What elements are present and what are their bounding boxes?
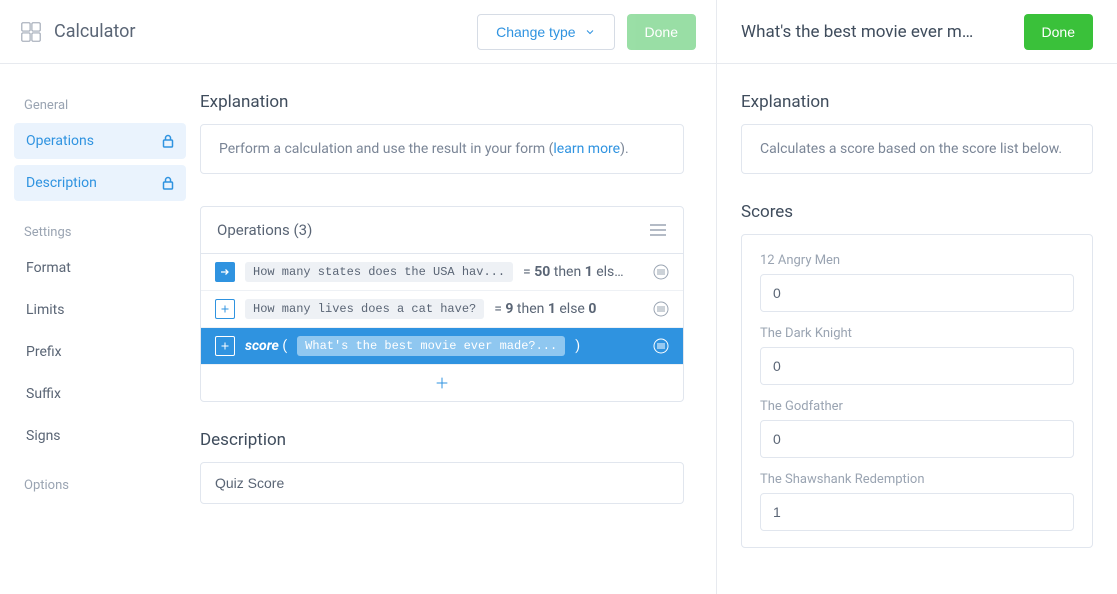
description-heading: Description (200, 430, 684, 450)
operation-expression: = 9 then 1 else 0 (494, 301, 596, 317)
operation-chip: How many states does the USA hav... (245, 262, 513, 282)
done-button-left[interactable]: Done (627, 14, 696, 50)
operations-card: Operations (3) How many states does the … (200, 206, 684, 402)
chevron-down-icon (584, 26, 596, 38)
sidebar: General Operations Description Settings Form… (0, 64, 200, 594)
change-type-button[interactable]: Change type (477, 14, 614, 50)
score-label: 12 Angry Men (760, 253, 1074, 268)
drag-handle-icon[interactable] (653, 264, 669, 280)
operation-row[interactable]: How many lives does a cat have? = 9 then … (201, 290, 683, 327)
plus-icon (215, 299, 235, 319)
operation-prefix: score ( (245, 338, 287, 354)
sidebar-item-label: Signs (26, 428, 61, 444)
sidebar-item-label: Prefix (26, 344, 62, 360)
page-title: Calculator (20, 21, 135, 43)
sidebar-item-limits[interactable]: Limits (14, 292, 186, 328)
operation-row[interactable]: score ( What's the best movie ever made?.… (201, 327, 683, 364)
sidebar-item-label: Description (26, 175, 97, 191)
lock-icon (162, 176, 174, 190)
sidebar-item-signs[interactable]: Signs (14, 418, 186, 454)
operation-chip: How many lives does a cat have? (245, 299, 484, 319)
operations-title: Operations (3) (217, 221, 312, 239)
sidebar-item-description[interactable]: Description (14, 165, 186, 201)
sidebar-group-title: Settings (14, 219, 186, 250)
right-panel-title: What's the best movie ever m… (741, 22, 1008, 42)
learn-more-link[interactable]: learn more (553, 141, 620, 157)
explanation-heading: Explanation (200, 92, 684, 112)
arrow-icon (215, 262, 235, 282)
plus-icon (215, 336, 235, 356)
sidebar-item-label: Suffix (26, 386, 61, 402)
operation-expression: = 50 then 1 els… (523, 264, 624, 280)
operation-chip: What's the best movie ever made?... (297, 336, 565, 356)
sidebar-group-title: Options (14, 472, 186, 503)
scores-card: 12 Angry Men The Dark Knight The Godfather… (741, 234, 1093, 548)
sidebar-item-format[interactable]: Format (14, 250, 186, 286)
sidebar-item-label: Operations (26, 133, 94, 149)
sidebar-item-label: Limits (26, 302, 64, 318)
score-input[interactable] (760, 347, 1074, 385)
scores-heading: Scores (741, 202, 1093, 222)
score-input[interactable] (760, 274, 1074, 312)
lock-icon (162, 134, 174, 148)
score-label: The Dark Knight (760, 326, 1074, 341)
sidebar-item-operations[interactable]: Operations (14, 123, 186, 159)
sidebar-group-title: General (14, 92, 186, 123)
left-header: Calculator Change type Done (0, 0, 716, 64)
right-header: What's the best movie ever m… Done (717, 0, 1117, 64)
sidebar-item-label: Format (26, 260, 71, 276)
right-explanation-box: Calculates a score based on the score li… (741, 124, 1093, 174)
sidebar-item-prefix[interactable]: Prefix (14, 334, 186, 370)
right-explanation-heading: Explanation (741, 92, 1093, 112)
plus-icon (434, 375, 450, 391)
operations-menu-icon[interactable] (649, 223, 667, 237)
score-label: The Godfather (760, 399, 1074, 414)
score-label: The Shawshank Redemption (760, 472, 1074, 487)
drag-handle-icon[interactable] (653, 338, 669, 354)
calculator-icon (20, 21, 42, 43)
description-input[interactable] (200, 462, 684, 504)
add-operation-button[interactable] (201, 364, 683, 401)
operation-suffix: ) (575, 338, 580, 354)
explanation-box: Perform a calculation and use the result… (200, 124, 684, 174)
sidebar-item-suffix[interactable]: Suffix (14, 376, 186, 412)
page-title-text: Calculator (54, 21, 135, 42)
drag-handle-icon[interactable] (653, 301, 669, 317)
done-button-right[interactable]: Done (1024, 14, 1093, 50)
operation-row[interactable]: How many states does the USA hav... = 50 … (201, 254, 683, 290)
score-input[interactable] (760, 493, 1074, 531)
score-input[interactable] (760, 420, 1074, 458)
